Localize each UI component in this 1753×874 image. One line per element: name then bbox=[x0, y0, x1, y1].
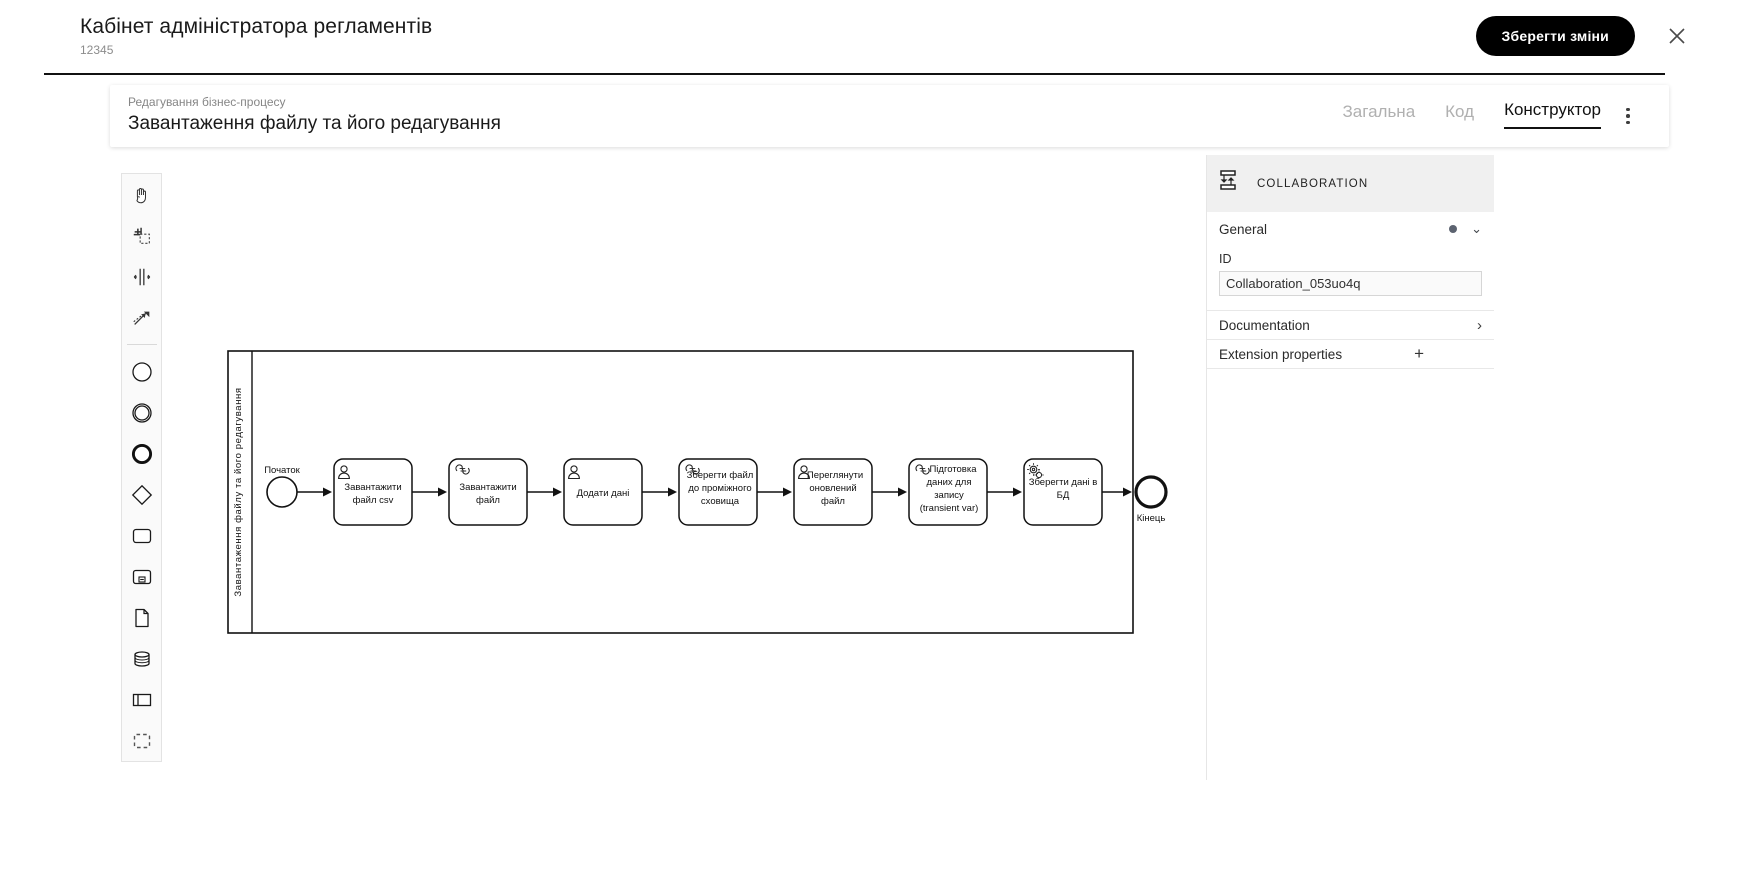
global-connect-tool-icon[interactable] bbox=[121, 297, 162, 338]
bpmn-canvas[interactable]: Завантаження файлу та його редагування П… bbox=[163, 155, 1205, 780]
tab-general[interactable]: Загальна bbox=[1343, 101, 1416, 129]
space-tool-icon[interactable] bbox=[121, 256, 162, 297]
tab-constructor[interactable]: Конструктор bbox=[1504, 99, 1601, 129]
extension-properties-label: Extension properties bbox=[1219, 346, 1343, 362]
bpmn-palette bbox=[121, 173, 162, 762]
group-icon[interactable] bbox=[121, 720, 162, 761]
end-event[interactable] bbox=[1134, 475, 1168, 509]
breadcrumb: Редагування бізнес-процесу bbox=[128, 95, 286, 109]
end-event-icon[interactable] bbox=[121, 433, 162, 474]
data-object-icon[interactable] bbox=[121, 597, 162, 638]
task-label-line: БД bbox=[1057, 490, 1070, 501]
task-label-line: Зберегти дані в bbox=[1029, 477, 1098, 488]
id-field-label: ID bbox=[1219, 252, 1232, 266]
subprocess-icon[interactable] bbox=[121, 556, 162, 597]
page-title: Кабінет адміністратора регламентів bbox=[80, 15, 433, 38]
task-pidhotovka-danykh-dlia-zapysu[interactable]: Підготовка даних для запису (transient v… bbox=[908, 458, 988, 526]
extension-properties-row[interactable]: Extension properties + bbox=[1207, 340, 1494, 369]
general-section-title: General bbox=[1219, 221, 1268, 237]
task-icon[interactable] bbox=[121, 515, 162, 556]
kebab-menu-icon[interactable] bbox=[1617, 103, 1639, 129]
task-label-line: запису bbox=[934, 490, 964, 501]
app-header: Кабінет адміністратора регламентів 12345… bbox=[0, 0, 1753, 75]
participant-icon[interactable] bbox=[121, 679, 162, 720]
properties-panel: COLLABORATION General ⌄ ID Documentation… bbox=[1206, 155, 1494, 780]
palette-divider bbox=[126, 344, 157, 345]
task-label-line: (transient var) bbox=[920, 503, 979, 514]
task-label-line: Зберегти файл bbox=[687, 470, 754, 481]
end-event-label: Кінець bbox=[1137, 513, 1166, 524]
app-subtitle: 12345 bbox=[80, 43, 114, 57]
plus-icon[interactable]: + bbox=[1414, 344, 1424, 364]
process-editor-card: Редагування бізнес-процесу Завантаження … bbox=[110, 85, 1669, 147]
header-divider bbox=[44, 73, 1665, 75]
chevron-right-icon[interactable]: › bbox=[1477, 317, 1482, 334]
task-label-line: Додати дані bbox=[577, 488, 630, 499]
general-section-toggle[interactable]: General ⌄ bbox=[1219, 212, 1482, 246]
start-event[interactable] bbox=[266, 476, 298, 508]
gateway-icon[interactable] bbox=[121, 474, 162, 515]
data-store-icon[interactable] bbox=[121, 638, 162, 679]
tab-code[interactable]: Код bbox=[1445, 101, 1474, 129]
task-label-line: Завантажити bbox=[459, 482, 516, 493]
hand-tool-icon[interactable] bbox=[121, 174, 162, 215]
collaboration-icon bbox=[1219, 168, 1245, 199]
properties-panel-title: COLLABORATION bbox=[1257, 177, 1369, 190]
documentation-row[interactable]: Documentation › bbox=[1207, 311, 1494, 340]
task-label-line: файл csv bbox=[353, 495, 394, 506]
process-title: Завантаження файлу та його редагування bbox=[128, 113, 501, 134]
task-dodaty-dani[interactable]: Додати дані bbox=[563, 458, 643, 526]
start-event-label: Початок bbox=[264, 465, 300, 476]
documentation-label: Documentation bbox=[1219, 317, 1310, 333]
task-label-line: файл bbox=[821, 496, 845, 507]
properties-group-general: General ⌄ ID bbox=[1207, 212, 1494, 311]
id-input[interactable] bbox=[1219, 271, 1482, 296]
task-perehlianuty-onovlenyi-fail[interactable]: Переглянути оновлений файл bbox=[793, 458, 873, 526]
pool-label: Завантаження файлу та його редагування bbox=[233, 387, 244, 596]
task-label-line: даних для bbox=[927, 477, 972, 488]
task-label-line: до проміжного bbox=[688, 483, 751, 494]
app-title-block: Кабінет адміністратора регламентів 12345 bbox=[80, 14, 432, 58]
chevron-down-icon[interactable]: ⌄ bbox=[1471, 221, 1482, 237]
task-label-line: Підготовка bbox=[929, 464, 977, 475]
editor-tabs: Загальна Код Конструктор bbox=[1343, 99, 1601, 129]
task-label-line: оновлений bbox=[809, 483, 856, 494]
task-zavantazhyty-fail[interactable]: Завантажити файл bbox=[448, 458, 528, 526]
properties-panel-header: COLLABORATION bbox=[1207, 155, 1494, 212]
start-event-icon[interactable] bbox=[121, 351, 162, 392]
task-label-line: сховища bbox=[701, 496, 740, 507]
task-label-line: файл bbox=[476, 495, 500, 506]
task-zavantazhyty-fail-csv[interactable]: Завантажити файл csv bbox=[333, 458, 413, 526]
lasso-tool-icon[interactable] bbox=[121, 215, 162, 256]
close-icon[interactable] bbox=[1663, 22, 1691, 50]
intermediate-event-icon[interactable] bbox=[121, 392, 162, 433]
task-label-line: Завантажити bbox=[344, 482, 401, 493]
section-status-dot-icon bbox=[1449, 225, 1458, 233]
bpmn-diagram[interactable]: Завантаження файлу та його редагування П… bbox=[163, 155, 1205, 780]
task-label-line: Переглянути bbox=[807, 470, 863, 481]
task-zberehty-fail-do-promizhnoho-skhovyshcha[interactable]: Зберегти файл до проміжного сховища bbox=[678, 458, 758, 526]
save-changes-button[interactable]: Зберегти зміни bbox=[1475, 16, 1635, 56]
